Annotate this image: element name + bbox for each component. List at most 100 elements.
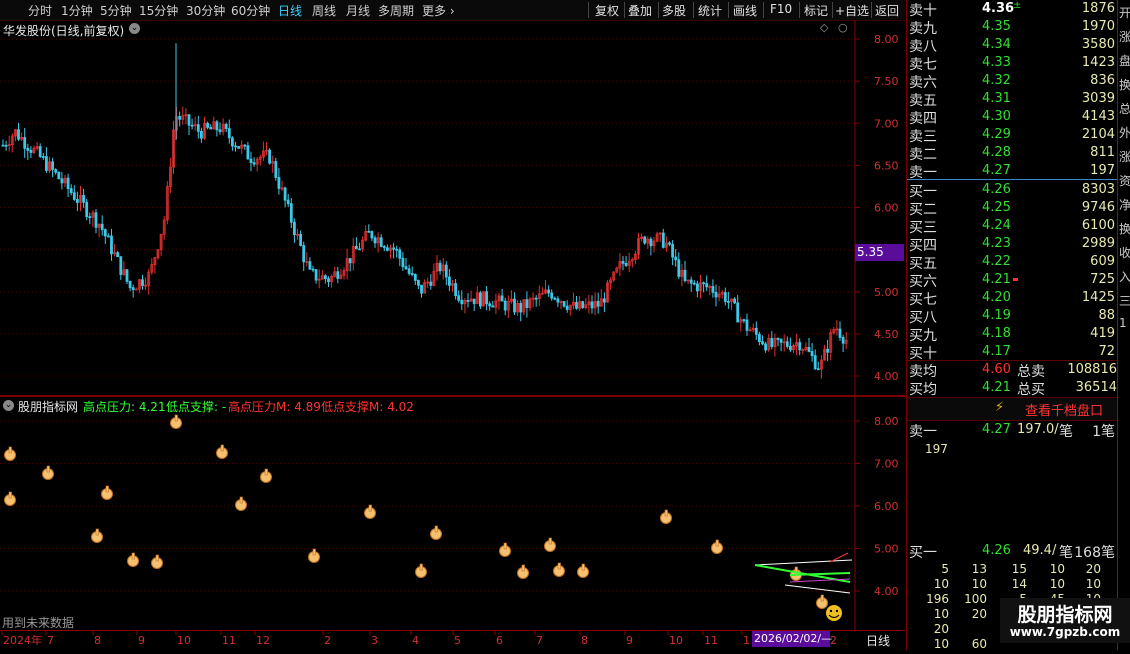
hand-pointer-icon	[553, 562, 565, 577]
candle-body	[810, 351, 814, 357]
candle-body	[789, 345, 792, 351]
indicator-tick-label: 8.00	[874, 415, 899, 428]
tab-period-weekly[interactable]: 周线	[312, 2, 336, 19]
candle-body	[758, 333, 761, 343]
buy1-detail-label: 买一	[909, 545, 937, 561]
tab-period-multi[interactable]: 多周期	[378, 2, 414, 19]
candle-body	[816, 368, 820, 371]
candle-body	[82, 194, 85, 203]
ask-level-row[interactable]: 卖六 4.32 836	[907, 72, 1117, 91]
price-change-icon: ±	[1013, 0, 1022, 11]
tab-period-fenshi[interactable]: 分时	[28, 2, 52, 19]
add-watchlist-button[interactable]: +自选	[835, 2, 869, 19]
sell1-detail-unit: 笔	[1059, 424, 1073, 440]
queue-order-size: 10	[1049, 577, 1065, 591]
bid-level-row[interactable]: 买七 4.20 1425	[907, 289, 1117, 308]
candle-body	[404, 266, 408, 270]
bid-level-row[interactable]: 买九 4.18 419	[907, 325, 1117, 344]
thousand-level-button[interactable]: ⚡ 查看千档盘口	[907, 397, 1117, 421]
avg-sell-label: 卖均	[909, 364, 937, 380]
candle-body	[277, 177, 281, 189]
tab-period-1min[interactable]: 1分钟	[61, 2, 93, 19]
bid-level-row[interactable]: 买十 4.17 72	[907, 343, 1117, 362]
draw-line-button[interactable]: 画线	[733, 2, 757, 19]
hand-pointer-icon	[4, 446, 16, 461]
hand-pointer-icon	[42, 465, 54, 480]
smiley-icon	[826, 605, 842, 621]
tab-period-30min[interactable]: 30分钟	[186, 2, 225, 19]
candle-body	[401, 257, 405, 268]
fuquan-button[interactable]: 复权	[595, 2, 619, 19]
candle-body	[237, 146, 241, 149]
ask-level-row[interactable]: 卖四 4.30 4143	[907, 108, 1117, 127]
queue-order-size: 100	[964, 592, 987, 606]
tab-period-monthly[interactable]: 月线	[346, 2, 370, 19]
ask-level-row[interactable]: 卖八 4.34 3580	[907, 36, 1117, 55]
indicator-tick-label: 4.00	[874, 585, 899, 598]
bid-level-row[interactable]: 买六 4.21 725	[907, 271, 1117, 290]
tab-period-60min[interactable]: 60分钟	[231, 2, 270, 19]
back-button[interactable]: 返回	[875, 2, 899, 19]
f10-button[interactable]: F10	[770, 2, 792, 16]
ask-level-label: 卖九	[909, 21, 937, 37]
period-label[interactable]: 日线	[866, 632, 890, 649]
tab-period-15min[interactable]: 15分钟	[139, 2, 178, 19]
hand-pointer-icon	[544, 537, 556, 552]
ask-level-row[interactable]: 卖九 4.35 1970	[907, 18, 1117, 37]
bid-level-row[interactable]: 买五 4.22 609	[907, 253, 1117, 272]
bid-level-label: 买一	[909, 184, 937, 200]
ask-level-row[interactable]: 卖七 4.33 1423	[907, 54, 1117, 73]
bid-level-row[interactable]: 买二 4.25 9746	[907, 199, 1117, 218]
tab-period-daily[interactable]: 日线	[278, 2, 302, 19]
candle-body	[314, 269, 318, 281]
bid-level-row[interactable]: 买八 4.19 88	[907, 307, 1117, 326]
indicator-panel[interactable]: ⌄ 股朋指标网 高点压力: 4.21 低点支撑: - 高点压力M: 4.89 低…	[0, 397, 905, 630]
bid-level-price: 4.20	[982, 290, 1011, 305]
candle-body	[841, 336, 845, 344]
mark-button[interactable]: 标记	[804, 2, 828, 19]
thousand-level-label: 查看千档盘口	[1025, 404, 1104, 419]
time-tick-label: 8	[94, 634, 101, 647]
ask-level-row[interactable]: 卖五 4.31 3039	[907, 90, 1117, 109]
bid-level-row[interactable]: 买三 4.24 6100	[907, 217, 1117, 236]
overlay-button[interactable]: 叠加	[628, 2, 652, 19]
buy1-detail-row: 买一 4.26 49.4/ 笔 168笔	[907, 542, 1117, 561]
hand-pointer-icon	[101, 485, 113, 500]
candle-body	[60, 178, 64, 184]
ask-level-row[interactable]: 卖十 4.36 1876 ±	[907, 0, 1117, 19]
bid-level-label: 买六	[909, 274, 937, 290]
tab-period-more[interactable]: 更多 ›	[422, 2, 455, 19]
ask-level-row[interactable]: 卖一 4.27 197	[907, 162, 1117, 181]
candle-body	[292, 221, 296, 236]
candle-body	[460, 299, 464, 305]
buy1-detail-price: 4.26	[982, 543, 1011, 558]
candle-body	[798, 342, 802, 351]
bid-level-row[interactable]: 买一 4.26 8303	[907, 181, 1117, 200]
candle-body	[283, 187, 287, 201]
candle-body	[674, 256, 678, 261]
bid-level-price: 4.22	[982, 254, 1011, 269]
price-axis-ticks: 8.007.507.006.506.005.505.004.504.00	[855, 33, 899, 383]
ask-level-row[interactable]: 卖三 4.29 2104	[907, 126, 1117, 145]
hand-pointer-icon	[816, 594, 828, 609]
time-axis: 2024年 7 8 9 10 11 12 2 3 4 5 6 7 8 9 10 11 1 2 2026/02/02/…	[0, 630, 905, 650]
candle-body	[702, 282, 705, 285]
indicator-axis-ticks: 8.00 7.00 6.00 5.00 4.00	[855, 415, 899, 598]
queue-order-size: 15	[1011, 562, 1027, 576]
multi-stock-button[interactable]: 多股	[662, 2, 686, 19]
queue-order-size: 14	[1011, 577, 1027, 591]
bid-level-row[interactable]: 买四 4.23 2989	[907, 235, 1117, 254]
avg-buy-price: 4.21	[982, 380, 1011, 395]
statistics-button[interactable]: 统计	[698, 2, 722, 19]
candle-body	[677, 259, 681, 277]
candle-body	[754, 327, 758, 335]
candle-body	[308, 261, 312, 270]
lightning-icon: ⚡	[995, 400, 1005, 415]
price-tick-label: 8.00	[874, 33, 899, 46]
kline-chart-panel[interactable]: 华发股份(日线,前复权) ⌄ ◇ ○ 8.00 7.50 7.00 6.50 6.00 5…	[0, 20, 905, 395]
tab-period-5min[interactable]: 5分钟	[100, 2, 132, 19]
indicator-grid	[0, 420, 855, 592]
ask-level-row[interactable]: 卖二 4.28 811	[907, 144, 1117, 163]
total-sell-value: 108816	[1067, 362, 1117, 377]
ask-level-price: 4.34	[982, 37, 1011, 52]
